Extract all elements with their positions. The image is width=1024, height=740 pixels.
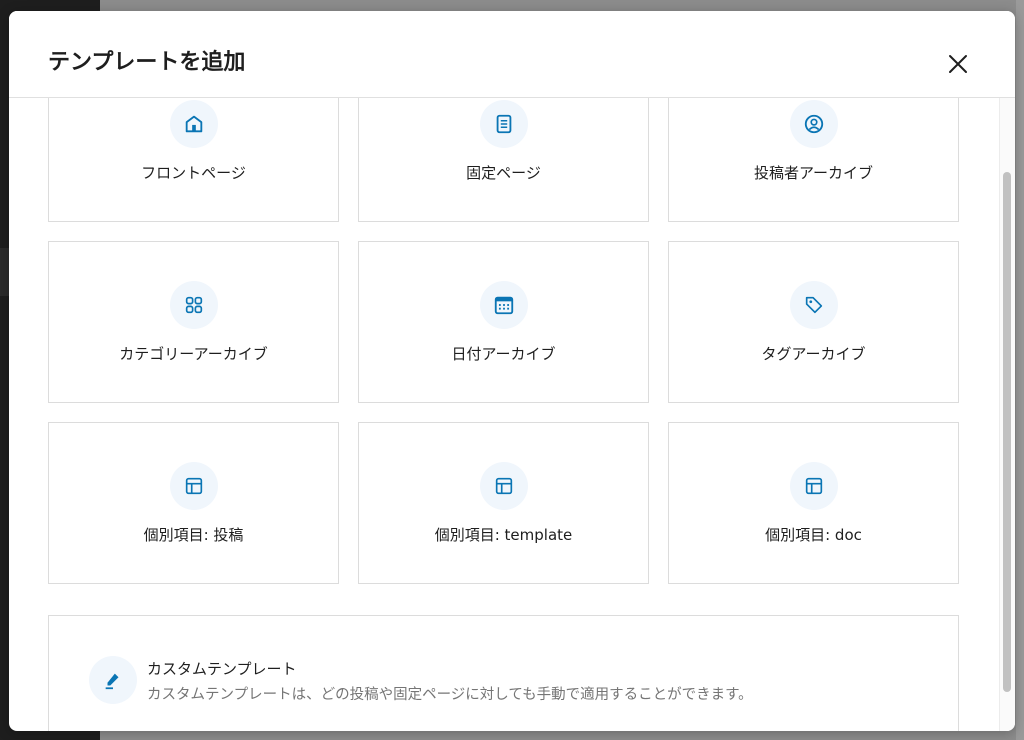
modal-title: テンプレートを追加 bbox=[48, 50, 246, 75]
template-card-label: 投稿者アーカイブ bbox=[753, 163, 874, 182]
custom-template-card[interactable]: カスタムテンプレート カスタムテンプレートは、どの投稿や固定ページに対しても手動… bbox=[48, 615, 959, 731]
close-button[interactable] bbox=[939, 47, 977, 81]
template-card-single-doc[interactable]: 個別項目: doc bbox=[668, 422, 959, 584]
tag-icon bbox=[789, 280, 838, 329]
template-grid: フロントページ 固定ページ 投稿者アーカイブ カテゴリーアーカイブ 日付アーカイ… bbox=[48, 98, 959, 584]
scrollbar[interactable] bbox=[999, 98, 1015, 731]
template-card-label: 個別項目: doc bbox=[765, 525, 862, 544]
template-card-date-archive[interactable]: 日付アーカイブ bbox=[358, 241, 649, 403]
layout-icon bbox=[169, 461, 218, 510]
add-template-modal: テンプレートを追加 フロントページ 固定ページ 投稿者アーカイブ カテゴリーアー… bbox=[9, 11, 1015, 731]
template-card-label: 個別項目: template bbox=[434, 525, 573, 544]
template-card-category-archive[interactable]: カテゴリーアーカイブ bbox=[48, 241, 339, 403]
template-card-label: 個別項目: 投稿 bbox=[143, 525, 244, 544]
template-card-page[interactable]: 固定ページ bbox=[358, 98, 649, 222]
template-card-front-page[interactable]: フロントページ bbox=[48, 98, 339, 222]
modal-header: テンプレートを追加 bbox=[9, 11, 1015, 98]
scrollbar-thumb[interactable] bbox=[1003, 172, 1011, 692]
pencil-icon bbox=[89, 656, 137, 704]
template-card-label: タグアーカイブ bbox=[761, 344, 866, 363]
template-card-label: 日付アーカイブ bbox=[451, 344, 556, 363]
page-icon bbox=[479, 99, 528, 148]
template-card-single-post[interactable]: 個別項目: 投稿 bbox=[48, 422, 339, 584]
category-icon bbox=[169, 280, 218, 329]
background-edge bbox=[1016, 0, 1024, 740]
template-card-author-archive[interactable]: 投稿者アーカイブ bbox=[668, 98, 959, 222]
user-icon bbox=[789, 99, 838, 148]
template-card-label: カテゴリーアーカイブ bbox=[119, 344, 268, 363]
close-icon bbox=[949, 55, 967, 73]
calendar-icon bbox=[479, 280, 528, 329]
template-card-tag-archive[interactable]: タグアーカイブ bbox=[668, 241, 959, 403]
modal-body: フロントページ 固定ページ 投稿者アーカイブ カテゴリーアーカイブ 日付アーカイ… bbox=[9, 98, 999, 731]
custom-template-title: カスタムテンプレート bbox=[147, 660, 297, 678]
template-card-label: フロントページ bbox=[141, 163, 246, 182]
template-card-single-template[interactable]: 個別項目: template bbox=[358, 422, 649, 584]
template-card-label: 固定ページ bbox=[466, 163, 541, 182]
custom-template-description: カスタムテンプレートは、どの投稿や固定ページに対しても手動で適用することができま… bbox=[147, 687, 753, 703]
layout-icon bbox=[789, 461, 838, 510]
layout-icon bbox=[479, 461, 528, 510]
home-icon bbox=[169, 99, 218, 148]
